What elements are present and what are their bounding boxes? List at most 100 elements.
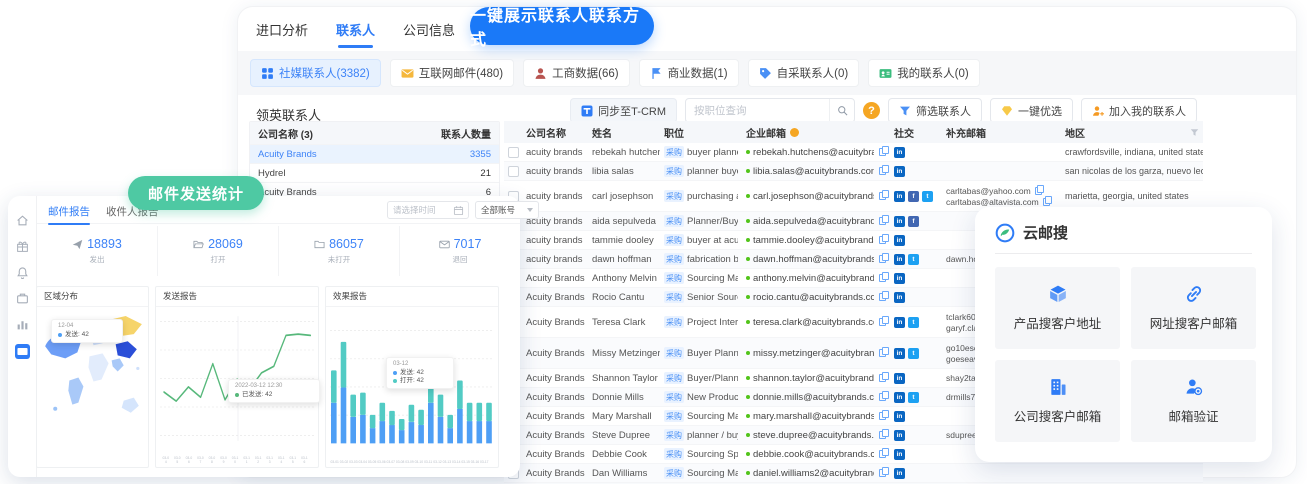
sync-tcrm-button[interactable]: 同步至T-CRM <box>570 98 677 123</box>
linkedin-badge[interactable]: in <box>894 430 905 441</box>
linkedin-badge[interactable]: in <box>894 147 905 158</box>
effect-report-title: 效果报告 <box>326 287 498 307</box>
copy-icon[interactable] <box>879 217 886 225</box>
linkedin-badge[interactable]: in <box>894 254 905 265</box>
contact-source-chip[interactable]: 社媒联系人(3382) <box>250 59 381 87</box>
home-icon[interactable] <box>16 214 29 227</box>
copy-icon[interactable] <box>879 469 886 477</box>
row-checkbox[interactable] <box>508 147 519 158</box>
column-header: 社交 <box>890 125 942 140</box>
company-row[interactable]: Hydrel21 <box>250 163 499 182</box>
copy-icon[interactable] <box>879 450 886 458</box>
briefcase-icon[interactable] <box>16 292 29 305</box>
filter-contacts-button[interactable]: 筛选联系人 <box>888 98 982 123</box>
cloud-tool-tile-3[interactable]: 公司搜客户邮箱 <box>995 360 1120 442</box>
mail-tab-邮件报告[interactable]: 邮件报告 <box>48 204 90 225</box>
column-header: 姓名 <box>588 125 660 140</box>
region-cell: crawfordsville, indiana, united states <box>1061 143 1203 161</box>
mail-icon[interactable] <box>15 344 30 359</box>
copy-icon[interactable] <box>879 255 886 263</box>
x-tick-label: 03-13 <box>442 460 451 464</box>
divider <box>995 253 1252 254</box>
copy-icon[interactable] <box>879 192 886 200</box>
email-text: libia.salas@acuitybrands.com <box>753 166 874 177</box>
linkedin-badge[interactable]: in <box>894 166 905 177</box>
help-icon[interactable]: ? <box>863 102 880 119</box>
contact-source-chip[interactable]: 互联网邮件(480) <box>390 59 514 87</box>
social-cell: inft <box>890 181 942 211</box>
linkedin-badge[interactable]: in <box>894 191 905 202</box>
dot-icon <box>58 333 62 337</box>
position-text: Sourcing Manager - <box>687 411 738 422</box>
email-cell: daniel.williams2@acuitybrands.com <box>742 464 890 482</box>
one-click-optimize-button[interactable]: 一键优选 <box>990 98 1073 123</box>
linkedin-badge[interactable]: in <box>894 292 905 303</box>
contact-source-chip[interactable]: 我的联系人(0) <box>868 59 980 87</box>
contact-source-chip[interactable]: 商业数据(1) <box>639 59 739 87</box>
linkedin-badge[interactable]: in <box>894 348 905 359</box>
copy-icon[interactable] <box>879 318 886 326</box>
copy-icon[interactable] <box>879 236 886 244</box>
copy-icon[interactable] <box>879 167 886 175</box>
tab-进口分析[interactable]: 进口分析 <box>256 20 308 48</box>
chart-icon[interactable] <box>16 318 29 331</box>
purchase-tag: 采购 <box>664 291 684 303</box>
company-row[interactable]: Acuity Brands3355 <box>250 144 499 163</box>
twitter-badge[interactable]: t <box>922 191 933 202</box>
copy-icon[interactable] <box>879 293 886 301</box>
search-icon[interactable] <box>829 99 854 122</box>
cloud-mail-search-card: 云邮搜 产品搜客户地址网址搜客户邮箱公司搜客户邮箱邮箱验证 <box>975 207 1272 462</box>
tab-公司信息[interactable]: 公司信息 <box>403 20 455 48</box>
date-input[interactable] <box>388 205 453 215</box>
email-text: rocio.cantu@acuitybrands.com <box>753 292 874 303</box>
email-text: steve.dupree@acuitybrands.com <box>753 430 874 441</box>
copy-icon[interactable] <box>879 374 886 382</box>
linkedin-badge[interactable]: in <box>894 411 905 422</box>
copy-icon[interactable] <box>879 393 886 401</box>
linkedin-badge[interactable]: in <box>894 273 905 284</box>
cloud-tool-tile-1[interactable]: 产品搜客户地址 <box>995 267 1120 349</box>
twitter-badge[interactable]: t <box>908 254 919 265</box>
add-to-my-contacts-button[interactable]: 加入我的联系人 <box>1081 98 1197 123</box>
gift-icon[interactable] <box>16 240 29 253</box>
facebook-badge[interactable]: f <box>908 191 919 202</box>
purchase-tag: 采购 <box>664 467 684 479</box>
twitter-badge[interactable]: t <box>908 392 919 403</box>
linkedin-badge[interactable]: in <box>894 235 905 246</box>
company-cell: Acuity Brands Lighting <box>522 445 588 463</box>
facebook-badge[interactable]: f <box>908 216 919 227</box>
copy-icon[interactable] <box>879 274 886 282</box>
row-checkbox[interactable] <box>508 166 519 177</box>
mail-stats-row: 18893发出28069打开86057未打开7017退回 <box>37 226 520 276</box>
linkedin-badge[interactable]: in <box>894 216 905 227</box>
verified-dot-icon <box>746 257 750 261</box>
stat-value: 86057 <box>329 237 364 251</box>
copy-icon[interactable] <box>879 349 886 357</box>
account-select[interactable]: 全部账号 <box>475 201 539 219</box>
effect-report-panel: 效果报告 03-0103-0203-0303-0403-0503-0603-07… <box>325 286 499 468</box>
twitter-badge[interactable]: t <box>908 348 919 359</box>
cloud-tool-tile-2[interactable]: 网址搜客户邮箱 <box>1131 267 1256 349</box>
tab-联系人[interactable]: 联系人 <box>336 20 375 48</box>
bell-icon[interactable] <box>16 266 29 279</box>
position-search <box>685 98 855 123</box>
copy-icon[interactable] <box>879 412 886 420</box>
search-input[interactable] <box>686 105 829 117</box>
copy-icon[interactable] <box>879 148 886 156</box>
contact-source-chip[interactable]: 工商数据(66) <box>523 59 629 87</box>
linkedin-badge[interactable]: in <box>894 317 905 328</box>
twitter-badge[interactable]: t <box>908 317 919 328</box>
linkedin-badge[interactable]: in <box>894 392 905 403</box>
linkedin-badge[interactable]: in <box>894 468 905 479</box>
copy-icon[interactable] <box>1043 198 1050 206</box>
line-x-axis-labels: 03-0403-0503-0603-0703-0803-0903-1003-11… <box>160 457 310 464</box>
contact-source-chip[interactable]: 自采联系人(0) <box>748 59 860 87</box>
copy-icon[interactable] <box>1035 187 1042 195</box>
linkedin-badge[interactable]: in <box>894 373 905 384</box>
copy-icon[interactable] <box>879 431 886 439</box>
verified-dot-icon <box>746 320 750 324</box>
linkedin-badge[interactable]: in <box>894 449 905 460</box>
cloud-tool-tile-4[interactable]: 邮箱验证 <box>1131 360 1256 442</box>
position-text: fabrication buyer and <box>687 254 738 265</box>
position-text: Project Intergration <box>687 317 738 328</box>
